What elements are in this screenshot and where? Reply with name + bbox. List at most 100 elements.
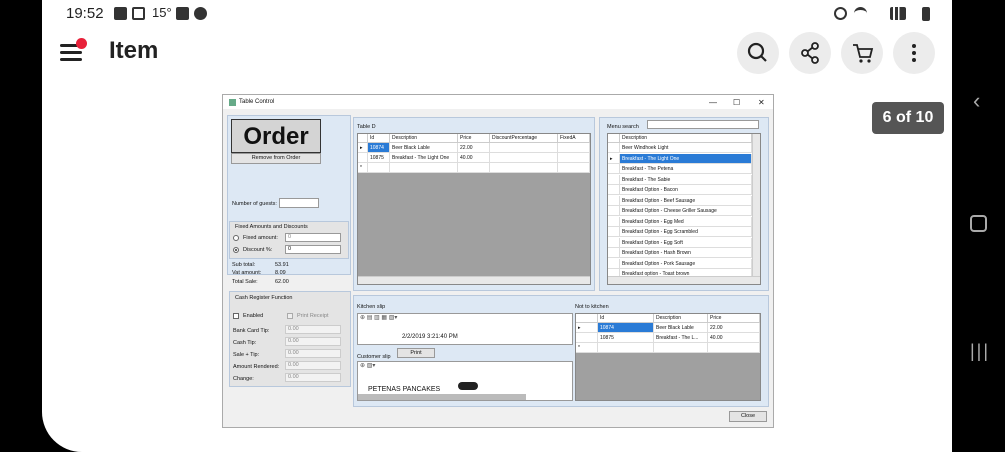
recents-nav-icon[interactable]: ||| <box>970 341 990 362</box>
discount-input[interactable]: 0 <box>285 245 341 254</box>
menu-item[interactable]: Breakfast - The Petena <box>620 164 752 174</box>
menu-grid[interactable]: Description Beer Windhoek Light ▸ Breakfas… <box>607 133 761 285</box>
customer-slip-scrollbar[interactable] <box>358 394 526 400</box>
customer-slip-viewer[interactable]: ⊕ ▧▾ PETENAS PANCAKES <box>357 361 573 401</box>
menu-button[interactable] <box>60 38 87 64</box>
order-grid[interactable]: Id Description Price DiscountPercentage … <box>357 133 591 285</box>
fixed-amount-input[interactable]: 0 <box>285 233 341 242</box>
menu-item[interactable]: Breakfast Option - Cheese Griller Sausag… <box>620 206 752 216</box>
notification-dot <box>76 38 87 49</box>
app-window-icon <box>229 99 236 106</box>
battery-icon <box>922 7 930 21</box>
fixed-amount-radio[interactable] <box>233 235 239 241</box>
menu-item[interactable]: Breakfast - The Sabie <box>620 174 752 185</box>
menu-item[interactable]: Breakfast Option - Pork Sausage <box>620 258 752 269</box>
kitchen-slip-toolbar[interactable]: ⊕ ▤ ▥ ▦ ▧▾ <box>360 315 397 322</box>
bank-tip-label: Bank Card Tip: <box>233 328 270 334</box>
column-header[interactable]: FixedA <box>558 134 590 143</box>
column-header[interactable]: Id <box>368 134 390 143</box>
home-nav-icon[interactable] <box>970 215 987 232</box>
menu-item[interactable]: Breakfast Option - Bacon <box>620 185 752 195</box>
gallery-icon <box>176 7 189 20</box>
kitchen-slip-viewer[interactable]: ⊕ ▤ ▥ ▦ ▧▾ 2/2/2019 3:21:40 PM <box>357 313 573 345</box>
print-button[interactable]: Print <box>397 348 435 358</box>
table-cell[interactable]: Beer Black Lable <box>390 143 458 153</box>
maximize-button[interactable]: ☐ <box>733 98 740 107</box>
column-header[interactable]: Description <box>654 314 708 323</box>
phone-icon <box>194 7 207 20</box>
menu-search-input[interactable] <box>647 120 759 129</box>
kitchen-slip-text: 2/2/2019 3:21:40 PM <box>402 334 458 340</box>
not-kitchen-grid[interactable]: Id Description Price ▸ 10874 Beer Black … <box>575 313 761 401</box>
alarm-icon <box>834 7 847 20</box>
table-cell[interactable]: 10874 <box>598 323 654 333</box>
menu-item[interactable]: Breakfast Option - Beef Sausage <box>620 195 752 206</box>
discount-label: Discount %: <box>243 247 273 253</box>
enabled-label: Enabled <box>243 313 264 319</box>
cart-icon <box>853 44 874 63</box>
vat-label: Vat amount: <box>232 270 262 276</box>
menu-grid-scrollbar[interactable] <box>752 134 760 276</box>
menu-item[interactable]: Beer Windhoek Light <box>620 143 752 153</box>
back-nav-icon[interactable]: ‹ <box>973 88 980 114</box>
table-cell[interactable]: 10875 <box>368 153 390 163</box>
menu-item[interactable]: Breakfast - The Light One <box>620 153 752 164</box>
column-header[interactable]: Price <box>458 134 490 143</box>
menu-item[interactable]: Breakfast Option - Egg Soft <box>620 237 752 248</box>
wifi-icon <box>854 7 867 20</box>
temperature: 15° <box>152 5 172 20</box>
column-header[interactable]: Id <box>598 314 654 323</box>
fixed-amount-label: Fixed amount: <box>243 235 278 241</box>
table-cell[interactable]: Beer Black Lable <box>654 323 708 333</box>
menu-item[interactable]: Breakfast Option - Egg Scrambled <box>620 227 752 237</box>
order-grid-scrollbar[interactable] <box>358 276 590 284</box>
minimize-button[interactable]: — <box>709 98 717 107</box>
cart-button[interactable] <box>841 32 883 74</box>
table-cell[interactable]: 40.00 <box>458 153 490 163</box>
app-bar: Item <box>42 28 952 76</box>
guests-input[interactable] <box>279 198 319 208</box>
window-titlebar: Table Control — ☐ ✕ <box>223 95 773 109</box>
discount-radio[interactable] <box>233 247 239 253</box>
cash-tip-input[interactable]: 0.00 <box>285 337 341 346</box>
more-button[interactable] <box>893 32 935 74</box>
enabled-checkbox[interactable] <box>233 313 239 319</box>
column-header[interactable]: Description <box>620 134 752 143</box>
table-control-window: Table Control — ☐ ✕ Order Remove from Or… <box>222 94 774 428</box>
status-bar: 19:52 15° <box>42 0 952 28</box>
cash-tip-label: Cash Tip: <box>233 340 257 346</box>
status-time: 19:52 <box>66 5 104 22</box>
search-button[interactable] <box>737 32 779 74</box>
table-cell[interactable]: 22.00 <box>458 143 490 153</box>
table-cell[interactable]: 10875 <box>598 333 654 343</box>
sale-tip-input[interactable]: 0.00 <box>285 349 341 358</box>
close-window-button[interactable]: ✕ <box>758 98 765 107</box>
table-cell[interactable]: Breakfast - The L... <box>654 333 708 343</box>
change-input[interactable]: 0.00 <box>285 373 341 382</box>
sale-tip-label: Sale + Tip: <box>233 352 260 358</box>
phone-frame: 19:52 15° Item Table Control — ☐ ✕ Order… <box>0 0 1005 452</box>
customer-slip-toolbar[interactable]: ⊕ ▧▾ <box>360 363 375 370</box>
menu-item[interactable]: Breakfast Option - Egg Med <box>620 216 752 227</box>
search-icon <box>747 42 767 62</box>
table-cell[interactable]: 10874 <box>368 143 390 153</box>
remove-from-order-button[interactable]: Remove from Order <box>231 153 321 164</box>
share-button[interactable] <box>789 32 831 74</box>
bank-tip-input[interactable]: 0.00 <box>285 325 341 334</box>
column-header[interactable]: Price <box>708 314 760 323</box>
gmail-icon <box>132 7 145 20</box>
close-button[interactable]: Close <box>729 411 767 422</box>
table-label: Table D <box>357 124 376 130</box>
subtotal-label: Sub total: <box>232 262 256 268</box>
print-receipt-checkbox[interactable] <box>287 313 293 319</box>
column-header[interactable]: Description <box>390 134 458 143</box>
table-cell[interactable]: 22.00 <box>708 323 760 333</box>
column-header[interactable]: DiscountPercentage <box>490 134 558 143</box>
kitchen-slip-label: Kitchen slip <box>357 304 386 310</box>
table-cell[interactable]: 40.00 <box>708 333 760 343</box>
share-icon <box>801 42 819 64</box>
menu-grid-hscrollbar[interactable] <box>608 276 760 284</box>
rendered-input[interactable]: 0.00 <box>285 361 341 370</box>
table-cell[interactable]: Breakfast - The Light One <box>390 153 458 163</box>
menu-item[interactable]: Breakfast Option - Hash Brown <box>620 248 752 258</box>
